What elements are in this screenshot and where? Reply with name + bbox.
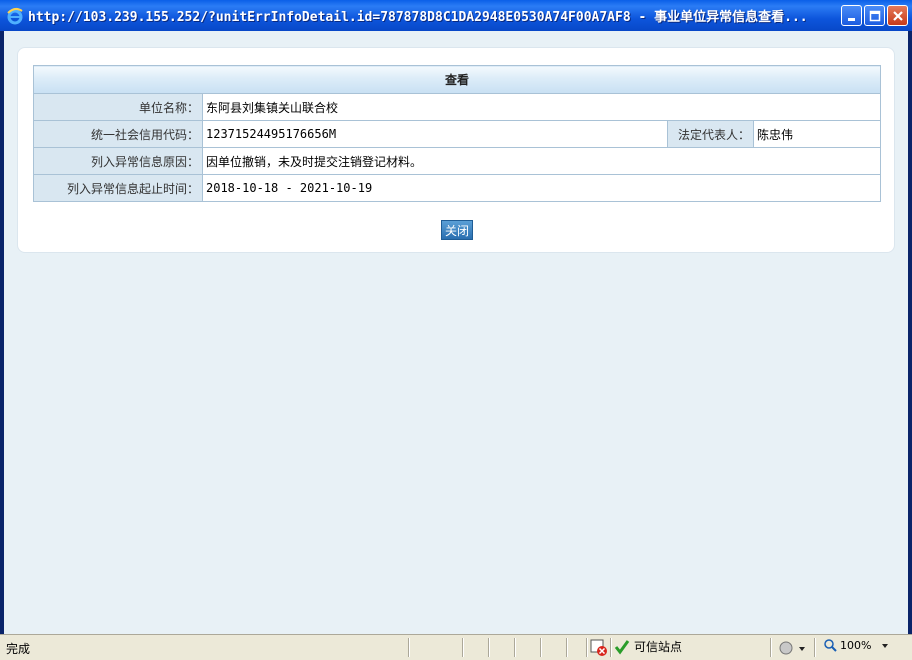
detail-table: 查看 单位名称： 东阿县刘集镇关山联合校 统一社会信用代码： 123715244… — [33, 65, 881, 202]
status-divider — [488, 638, 490, 657]
status-divider — [814, 638, 816, 657]
ie-browser-icon — [6, 7, 24, 25]
checkmark-icon — [614, 639, 630, 654]
window-title: http://103.239.155.252/?unitErrInfoDetai… — [28, 10, 808, 25]
table-row: 列入异常信息原因： 因单位撤销，未及时提交注销登记材料。 — [33, 147, 881, 175]
status-divider — [462, 638, 464, 657]
page-content: 查看 单位名称： 东阿县刘集镇关山联合校 统一社会信用代码： 123715244… — [4, 31, 908, 634]
zoom-control[interactable]: 100% — [824, 639, 890, 652]
credit-code-label: 统一社会信用代码： — [33, 120, 203, 148]
status-divider — [514, 638, 516, 657]
legal-rep-label: 法定代表人： — [667, 120, 754, 148]
minimize-icon — [847, 17, 855, 21]
status-text: 完成 — [6, 642, 31, 656]
chevron-down-icon — [882, 643, 889, 648]
reason-label: 列入异常信息原因： — [33, 147, 203, 175]
minimize-button[interactable] — [841, 5, 862, 26]
close-icon — [892, 10, 903, 21]
reason-value: 因单位撤销，未及时提交注销登记材料。 — [202, 147, 881, 175]
status-divider — [586, 638, 588, 657]
popup-blocked-icon[interactable] — [590, 639, 608, 660]
unit-name-value: 东阿县刘集镇关山联合校 — [202, 93, 881, 121]
status-bar: 完成 可信站点 100% — [0, 634, 912, 660]
security-zone-label: 可信站点 — [634, 640, 683, 654]
period-value: 2018-10-18 - 2021-10-19 — [202, 174, 881, 202]
unit-name-label: 单位名称： — [33, 93, 203, 121]
table-row: 统一社会信用代码： 12371524495176656M 法定代表人： 陈忠伟 — [33, 120, 881, 148]
table-row: 列入异常信息起止时间： 2018-10-18 - 2021-10-19 — [33, 174, 881, 202]
zoom-icon — [824, 639, 837, 652]
maximize-button[interactable] — [864, 5, 885, 26]
security-zone[interactable]: 可信站点 — [614, 638, 682, 655]
period-label: 列入异常信息起止时间： — [33, 174, 203, 202]
legal-rep-value: 陈忠伟 — [753, 120, 881, 148]
detail-panel: 查看 单位名称： 东阿县刘集镇关山联合校 统一社会信用代码： 123715244… — [17, 47, 895, 253]
credit-code-value: 12371524495176656M — [202, 120, 668, 148]
status-divider — [540, 638, 542, 657]
zoom-level: 100% — [840, 639, 872, 652]
close-button[interactable]: 关闭 — [441, 220, 473, 240]
table-header-row: 查看 — [33, 65, 881, 94]
status-divider — [610, 638, 612, 657]
maximize-icon — [869, 10, 880, 21]
table-row: 单位名称： 东阿县刘集镇关山联合校 — [33, 93, 881, 121]
close-window-button[interactable] — [887, 5, 908, 26]
status-divider — [408, 638, 410, 657]
panel-header: 查看 — [33, 65, 881, 94]
status-divider — [770, 638, 772, 657]
protected-mode-icon[interactable] — [778, 640, 808, 659]
window-title-bar[interactable]: http://103.239.155.252/?unitErrInfoDetai… — [0, 0, 912, 31]
status-divider — [566, 638, 568, 657]
